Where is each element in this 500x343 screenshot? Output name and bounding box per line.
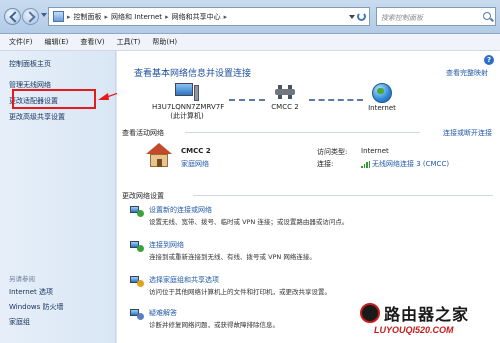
homegroup-sharing-icon xyxy=(130,275,144,287)
network-name: CMCC 2 xyxy=(271,103,299,111)
task-description: 设置无线、宽带、拨号、临时或 VPN 连接；或设置路由器或访问点。 xyxy=(149,218,349,226)
sidebar-item-control-panel-home[interactable]: 控制面板主页 xyxy=(9,59,51,69)
task-setup-connection: 设置新的连接或网络 设置无线、宽带、拨号、临时或 VPN 连接；或设置路由器或访… xyxy=(149,205,489,227)
active-networks-heading: 查看活动网络 xyxy=(122,129,164,137)
page-title: 查看基本网络信息并设置连接 xyxy=(134,69,252,79)
watermark-main-text: 路由器之家 xyxy=(384,305,470,324)
search-icon[interactable] xyxy=(483,12,491,20)
see-also-heading: 另请参阅 xyxy=(9,275,35,283)
breadcrumb-separator-icon[interactable]: ▸ xyxy=(165,13,169,21)
sidebar-item-internet-options[interactable]: Internet 选项 xyxy=(9,287,53,297)
back-arrow-icon[interactable] xyxy=(4,8,21,25)
watermark-logo-icon xyxy=(360,303,380,323)
task-title-link[interactable]: 选择家庭组和共享选项 xyxy=(149,275,489,285)
divider xyxy=(193,195,493,196)
menu-edit[interactable]: 编辑(E) xyxy=(39,37,75,47)
menu-tools[interactable]: 工具(T) xyxy=(111,37,147,47)
troubleshoot-icon xyxy=(130,308,144,320)
sidebar-item-windows-firewall[interactable]: Windows 防火墙 xyxy=(9,302,63,312)
map-connector xyxy=(309,99,363,101)
watermark: 路由器之家 LUYOUQI520.COM xyxy=(360,300,498,342)
wifi-signal-icon xyxy=(361,160,370,168)
home-network-icon xyxy=(146,143,172,167)
task-title-link[interactable]: 设置新的连接或网络 xyxy=(149,205,489,215)
access-type-label: 访问类型: xyxy=(317,148,348,156)
connect-disconnect-link[interactable]: 连接或断开连接 xyxy=(443,128,492,138)
search-input[interactable]: 搜索控制面板 xyxy=(376,7,496,26)
connection-label: 连接: xyxy=(317,160,334,168)
recent-pages-chevron-icon[interactable] xyxy=(41,13,47,17)
connection-link[interactable]: 无线网络连接 3 (CMCC) xyxy=(361,159,449,169)
map-node-computer: H3U7LQNN7ZMRV7F (此计算机) xyxy=(152,83,225,121)
computer-subtitle: (此计算机) xyxy=(170,112,204,120)
map-node-internet: Internet xyxy=(357,83,407,112)
help-icon[interactable]: ? xyxy=(484,55,494,65)
connect-network-icon xyxy=(130,240,144,252)
breadcrumb-network-internet[interactable]: 网络和 Internet xyxy=(111,12,162,22)
connection-value: 无线网络连接 3 (CMCC) xyxy=(372,160,450,168)
breadcrumb-control-panel[interactable]: 控制面板 xyxy=(74,12,102,22)
breadcrumb-network-sharing-center[interactable]: 网络和共享中心 xyxy=(172,12,221,22)
menu-view[interactable]: 查看(V) xyxy=(74,37,110,47)
control-panel-icon xyxy=(53,11,64,22)
internet-label: Internet xyxy=(368,104,396,112)
active-network-name: CMCC 2 xyxy=(181,147,211,155)
task-title-link[interactable]: 连接到网络 xyxy=(149,240,489,250)
setup-connection-icon xyxy=(130,205,144,217)
watermark-url: LUYOUQI520.COM xyxy=(374,325,454,335)
menu-bar: 文件(F) 编辑(E) 查看(V) 工具(T) 帮助(H) xyxy=(0,34,500,51)
map-node-network: CMCC 2 xyxy=(260,83,310,111)
sidebar-item-homegroup[interactable]: 家庭组 xyxy=(9,317,30,327)
computer-icon xyxy=(175,83,199,101)
globe-icon xyxy=(372,83,392,103)
view-full-map-link[interactable]: 查看完整映射 xyxy=(446,68,488,78)
address-bar[interactable]: ▸ 控制面板 ▸ 网络和 Internet ▸ 网络和共享中心 ▸ xyxy=(48,7,370,26)
menu-file[interactable]: 文件(F) xyxy=(3,37,39,47)
change-settings-heading: 更改网络设置 xyxy=(122,192,164,200)
breadcrumb-separator-icon[interactable]: ▸ xyxy=(224,13,228,21)
refresh-icon[interactable] xyxy=(357,12,366,21)
address-dropdown-icon[interactable] xyxy=(349,15,355,19)
access-type-value: Internet xyxy=(361,147,389,155)
task-connect-network: 连接到网络 连接到或重新连接到无线、有线、拨号或 VPN 网络连接。 xyxy=(149,240,489,262)
breadcrumb-separator-icon[interactable]: ▸ xyxy=(105,13,109,21)
network-type-link[interactable]: 家庭网络 xyxy=(181,159,209,169)
network-bench-icon xyxy=(272,83,298,101)
sidebar-item-advanced-sharing[interactable]: 更改高级共享设置 xyxy=(9,112,65,122)
search-placeholder: 搜索控制面板 xyxy=(381,14,423,22)
forward-arrow-icon[interactable] xyxy=(22,8,39,25)
breadcrumb-separator-icon[interactable]: ▸ xyxy=(67,13,71,21)
task-description: 访问位于其他网络计算机上的文件和打印机，或更改共享设置。 xyxy=(149,288,331,296)
computer-name: H3U7LQNN7ZMRV7F xyxy=(152,103,225,111)
window-titlebar: ▸ 控制面板 ▸ 网络和 Internet ▸ 网络和共享中心 ▸ 搜索控制面板 xyxy=(0,0,500,34)
task-homegroup-sharing: 选择家庭组和共享选项 访问位于其他网络计算机上的文件和打印机，或更改共享设置。 xyxy=(149,275,489,297)
task-description: 连接到或重新连接到无线、有线、拨号或 VPN 网络连接。 xyxy=(149,253,316,261)
annotation-highlight-box xyxy=(12,89,96,109)
divider xyxy=(185,132,420,133)
menu-help[interactable]: 帮助(H) xyxy=(146,37,183,47)
